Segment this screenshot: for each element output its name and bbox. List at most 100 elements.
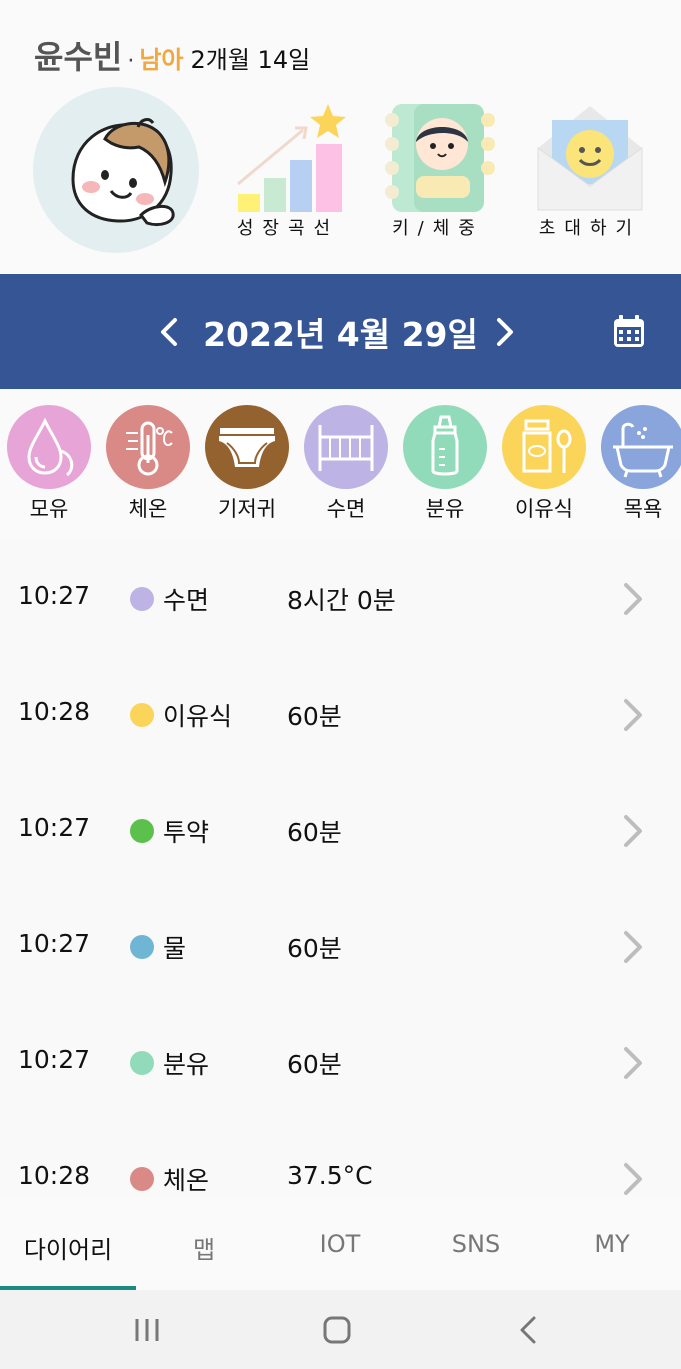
category-breast-milk-circle xyxy=(7,405,91,489)
back-icon xyxy=(520,1316,536,1344)
growth-chart-icon xyxy=(237,104,346,212)
date-bar: 2022년 4월 29일 xyxy=(0,274,681,389)
category-breast-milk-label: 모유 xyxy=(29,497,69,521)
profile-header: 윤수빈 · 남아 2개월 14일 성장곡선 키/체중 초대하기 xyxy=(0,0,681,274)
invite-envelope-icon xyxy=(537,106,643,211)
chevron-right-icon xyxy=(624,699,642,731)
record-value: 37.5°C xyxy=(287,1161,373,1190)
baby-age: 2개월 14일 xyxy=(190,46,311,74)
category-sleep-label: 수면 xyxy=(326,497,366,521)
back-button[interactable] xyxy=(508,1310,548,1350)
avatar[interactable] xyxy=(33,87,199,253)
home-icon xyxy=(323,1316,351,1344)
record-color-dot xyxy=(130,819,154,843)
chevron-right-icon xyxy=(624,931,642,963)
recents-button[interactable] xyxy=(127,1310,167,1350)
category-sleep-circle xyxy=(304,405,388,489)
next-date-button[interactable] xyxy=(484,312,524,352)
category-diaper-label: 기저귀 xyxy=(218,497,276,521)
baby-gender: 남아 xyxy=(139,46,184,74)
record-type: 이유식 xyxy=(163,702,233,731)
quick-growth-chart[interactable]: 성장곡선 xyxy=(228,100,348,245)
quick-growth-chart-label: 성장곡선 xyxy=(236,218,340,239)
tab-my[interactable]: MY xyxy=(544,1196,680,1290)
record-time: 10:28 xyxy=(18,1161,91,1190)
record-color-dot xyxy=(130,703,154,727)
tab-iot[interactable]: IOT xyxy=(272,1196,408,1290)
chevron-right-icon xyxy=(624,1163,642,1195)
record-type: 체온 xyxy=(163,1166,210,1195)
category-breast-milk[interactable]: 모유 xyxy=(7,405,91,530)
baby-bottle-icon xyxy=(431,415,459,476)
system-nav-bar xyxy=(0,1290,681,1369)
record-row[interactable]: 10:28 이유식 60분 xyxy=(0,655,681,771)
chevron-right-icon xyxy=(624,583,642,615)
quick-height-weight-label: 키/체중 xyxy=(392,218,484,239)
thermometer-icon xyxy=(126,421,173,476)
category-temperature[interactable]: 체온 xyxy=(106,405,190,530)
tab-diary-label: 다이어리 xyxy=(23,1236,113,1264)
chevron-right-icon xyxy=(624,1047,642,1079)
home-button[interactable] xyxy=(317,1310,357,1350)
record-color-dot xyxy=(130,935,154,959)
height-weight-notebook-icon xyxy=(385,104,495,212)
category-baby-food-label: 이유식 xyxy=(515,497,573,521)
record-type: 투약 xyxy=(163,818,210,847)
record-color-dot xyxy=(130,1167,154,1191)
category-bath-circle xyxy=(601,405,681,489)
tab-map[interactable]: 맵 xyxy=(136,1196,272,1290)
baby-name: 윤수빈 xyxy=(34,38,123,76)
record-time: 10:28 xyxy=(18,697,91,726)
category-bath[interactable]: 목욕 xyxy=(601,405,681,530)
tab-iot-label: IOT xyxy=(319,1230,361,1258)
crib-icon xyxy=(318,425,374,471)
record-row[interactable]: 10:27 수면 8시간 0분 xyxy=(0,539,681,655)
profile-name-line: 윤수빈 · 남아 2개월 14일 xyxy=(34,32,310,78)
tab-sns-label: SNS xyxy=(451,1230,501,1258)
tab-diary[interactable]: 다이어리 xyxy=(0,1196,136,1290)
bottom-tab-bar: 다이어리 맵 IOT SNS MY xyxy=(0,1196,681,1290)
calendar-button[interactable] xyxy=(609,312,649,352)
baby-face-icon xyxy=(71,118,175,227)
chevron-right-icon xyxy=(497,318,513,346)
category-temperature-label: 체온 xyxy=(128,497,168,521)
current-date: 2022년 4월 29일 xyxy=(203,315,478,354)
category-formula-label: 분유 xyxy=(425,497,465,521)
record-list: 10:27 수면 8시간 0분 10:28 이유식 60분 10:27 투약 6… xyxy=(0,539,681,1196)
baby-food-icon xyxy=(522,419,572,473)
category-diaper[interactable]: 기저귀 xyxy=(205,405,289,530)
recents-icon xyxy=(135,1319,159,1341)
record-color-dot xyxy=(130,1051,154,1075)
record-value: 8시간 0분 xyxy=(287,586,396,615)
record-value: 60분 xyxy=(287,818,342,847)
category-temperature-circle xyxy=(106,405,190,489)
category-sleep[interactable]: 수면 xyxy=(304,405,388,530)
tab-map-label: 맵 xyxy=(192,1236,216,1264)
record-type: 수면 xyxy=(163,586,210,615)
record-color-dot xyxy=(130,587,154,611)
quick-invite-label: 초대하기 xyxy=(538,218,642,239)
tab-my-label: MY xyxy=(594,1230,630,1258)
calendar-icon xyxy=(614,315,644,347)
quick-height-weight[interactable]: 키/체중 xyxy=(378,100,498,245)
record-row[interactable]: 10:27 물 60분 xyxy=(0,887,681,1003)
category-formula[interactable]: 분유 xyxy=(403,405,487,530)
breast-milk-icon xyxy=(27,417,74,477)
record-value: 60분 xyxy=(287,1050,342,1079)
name-separator: · xyxy=(127,49,135,74)
record-value: 60분 xyxy=(287,702,342,731)
category-baby-food[interactable]: 이유식 xyxy=(502,405,586,530)
record-time: 10:27 xyxy=(18,1045,91,1074)
category-formula-circle xyxy=(403,405,487,489)
record-time: 10:27 xyxy=(18,581,91,610)
record-row[interactable]: 10:27 분유 60분 xyxy=(0,1003,681,1119)
category-diaper-circle xyxy=(205,405,289,489)
record-time: 10:27 xyxy=(18,929,91,958)
record-time: 10:27 xyxy=(18,813,91,842)
chevron-right-icon xyxy=(624,815,642,847)
record-row[interactable]: 10:28 체온 37.5°C xyxy=(0,1119,681,1196)
record-row[interactable]: 10:27 투약 60분 xyxy=(0,771,681,887)
quick-invite[interactable]: 초대하기 xyxy=(530,100,650,245)
category-baby-food-circle xyxy=(502,405,586,489)
tab-sns[interactable]: SNS xyxy=(408,1196,544,1290)
